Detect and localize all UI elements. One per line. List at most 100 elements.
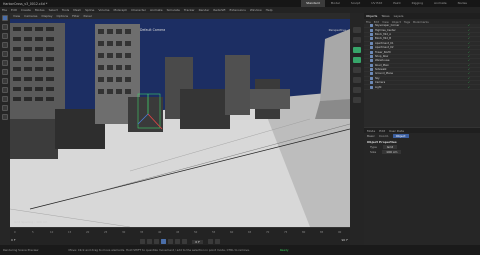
- visibility-check-icon[interactable]: ✓: [468, 68, 470, 71]
- attr-tab-basic[interactable]: Basic: [367, 134, 375, 138]
- visibility-check-icon[interactable]: ✓: [468, 42, 470, 45]
- go-to-start-icon[interactable]: [140, 239, 146, 244]
- object-row[interactable]: Light ✓: [364, 85, 480, 90]
- null-object-icon: [370, 72, 373, 76]
- layout-tab-sculpt[interactable]: Sculpt: [346, 0, 365, 7]
- record-icon[interactable]: [207, 239, 213, 244]
- om-menu-view[interactable]: View: [382, 20, 389, 24]
- spline-icon[interactable]: [353, 37, 361, 43]
- null-object-icon: [370, 68, 373, 72]
- ruler-tick: 30: [122, 231, 126, 234]
- scale-tool-icon[interactable]: [2, 24, 8, 30]
- scene-icon[interactable]: [353, 77, 361, 83]
- attr-menu-edit[interactable]: Edit: [379, 129, 385, 133]
- viewport-menu-display[interactable]: Display: [41, 14, 52, 18]
- layout-tab-rigging[interactable]: Rigging: [407, 0, 428, 7]
- layout-tab-model[interactable]: Model: [326, 0, 345, 7]
- visibility-check-icon[interactable]: ✓: [468, 81, 470, 84]
- visibility-check-icon[interactable]: ✓: [468, 51, 470, 54]
- timeline-ruler[interactable]: 0 5 10 15 20 25 30 35 40 45 50 55 60 65 …: [10, 228, 350, 237]
- visibility-check-icon[interactable]: ✓: [468, 46, 470, 49]
- null-object-icon: [370, 63, 373, 67]
- visibility-check-icon[interactable]: ✓: [468, 77, 470, 80]
- layout-tab-paint[interactable]: Paint: [388, 0, 405, 7]
- solo-icon[interactable]: [2, 114, 8, 120]
- attr-tab-coord[interactable]: Coord.: [379, 134, 389, 138]
- next-key-icon[interactable]: [175, 239, 181, 244]
- visibility-check-icon[interactable]: ✓: [468, 72, 470, 75]
- layout-tab-animate[interactable]: Animate: [429, 0, 452, 7]
- edges-mode-icon[interactable]: [2, 60, 8, 66]
- title-bar: HarborCross_v3_0012.c4d * Standard Model…: [0, 0, 480, 7]
- om-menu-tags[interactable]: Tags: [404, 20, 410, 24]
- field-icon[interactable]: [353, 67, 361, 73]
- viewport-menu-view[interactable]: View: [13, 14, 20, 18]
- viewport-menu-filter[interactable]: Filter: [72, 14, 79, 18]
- snap-icon[interactable]: [2, 96, 8, 102]
- axis-mode-icon[interactable]: [2, 87, 8, 93]
- attribute-manager: Mode Edit User Data Basic Coord. Object …: [364, 127, 480, 245]
- om-menu-object[interactable]: Object: [392, 20, 401, 24]
- current-frame-field[interactable]: 0 F: [192, 239, 203, 244]
- property-row: Size 100 cm: [364, 149, 480, 154]
- null-object-icon: [370, 85, 373, 89]
- layout-tab-standard[interactable]: Standard: [301, 0, 325, 7]
- tab-layers[interactable]: Layers: [394, 14, 404, 18]
- timeline-end[interactable]: 90 F: [342, 238, 349, 242]
- light-icon[interactable]: [353, 97, 361, 103]
- visibility-check-icon[interactable]: ✓: [468, 86, 470, 89]
- visibility-check-icon[interactable]: ✓: [468, 24, 470, 27]
- tab-objects[interactable]: Objects: [366, 14, 377, 18]
- viewport-projection: Perspective: [328, 28, 346, 32]
- timeline: 0 5 10 15 20 25 30 35 40 45 50 55 60 65 …: [10, 227, 350, 245]
- visibility-check-icon[interactable]: ✓: [468, 64, 470, 67]
- next-frame-icon[interactable]: [168, 239, 174, 244]
- object-name: Apartment_01: [375, 41, 394, 45]
- visibility-check-icon[interactable]: ✓: [468, 55, 470, 58]
- deformer-icon[interactable]: [353, 57, 361, 63]
- layout-tab-uv-edit[interactable]: UV Edit: [366, 0, 387, 7]
- property-value[interactable]: Grid: [382, 144, 398, 149]
- om-menu-bookmarks[interactable]: Bookmarks: [413, 20, 429, 24]
- null-object-icon: [370, 46, 373, 50]
- status-state: Ready: [279, 248, 289, 252]
- previous-key-icon[interactable]: [147, 239, 153, 244]
- autokey-icon[interactable]: [214, 239, 220, 244]
- visibility-check-icon[interactable]: ✓: [468, 29, 470, 32]
- go-to-end-icon[interactable]: [182, 239, 188, 244]
- om-menu-edit[interactable]: Edit: [374, 20, 379, 24]
- camera-icon[interactable]: [353, 87, 361, 93]
- object-name: Sidewalk: [375, 68, 387, 72]
- layout-tab-nodes[interactable]: Nodes: [453, 0, 472, 7]
- move-tool-icon[interactable]: [2, 15, 8, 21]
- viewport-menu-options[interactable]: Options: [57, 14, 69, 18]
- ruler-tick: 25: [104, 231, 108, 234]
- points-mode-icon[interactable]: [2, 51, 8, 57]
- attr-menu-mode[interactable]: Mode: [367, 129, 375, 133]
- model-mode-icon[interactable]: [2, 78, 8, 84]
- viewport-menu-cameras[interactable]: Cameras: [24, 14, 37, 18]
- 3d-viewport[interactable]: Default Camera Perspective Grid Spacing …: [10, 19, 350, 227]
- object-name: Block_Mid_A: [375, 32, 391, 36]
- attr-menu-user-data[interactable]: User Data: [389, 129, 404, 133]
- workplane-icon[interactable]: [2, 105, 8, 111]
- object-name: Camera: [375, 81, 386, 85]
- property-value[interactable]: 100 cm: [382, 149, 402, 154]
- visibility-check-icon[interactable]: ✓: [468, 59, 470, 62]
- generator-icon[interactable]: [353, 47, 361, 53]
- om-menu-file[interactable]: File: [366, 20, 371, 24]
- viewport-menu-panel[interactable]: Panel: [84, 14, 92, 18]
- previous-frame-icon[interactable]: [154, 239, 160, 244]
- polygons-mode-icon[interactable]: [2, 69, 8, 75]
- rotate-tool-icon[interactable]: [2, 33, 8, 39]
- cube-icon[interactable]: [353, 27, 361, 33]
- play-icon[interactable]: [161, 239, 167, 244]
- select-tool-icon[interactable]: [2, 42, 8, 48]
- visibility-check-icon[interactable]: ✓: [468, 33, 470, 36]
- tab-takes[interactable]: Takes: [381, 14, 389, 18]
- object-name: Road_Main: [375, 63, 389, 67]
- attr-tab-object[interactable]: Object: [392, 133, 409, 138]
- ruler-tick: 40: [158, 231, 162, 234]
- attribute-tabs: Basic Coord. Object: [364, 133, 480, 138]
- visibility-check-icon[interactable]: ✓: [468, 37, 470, 40]
